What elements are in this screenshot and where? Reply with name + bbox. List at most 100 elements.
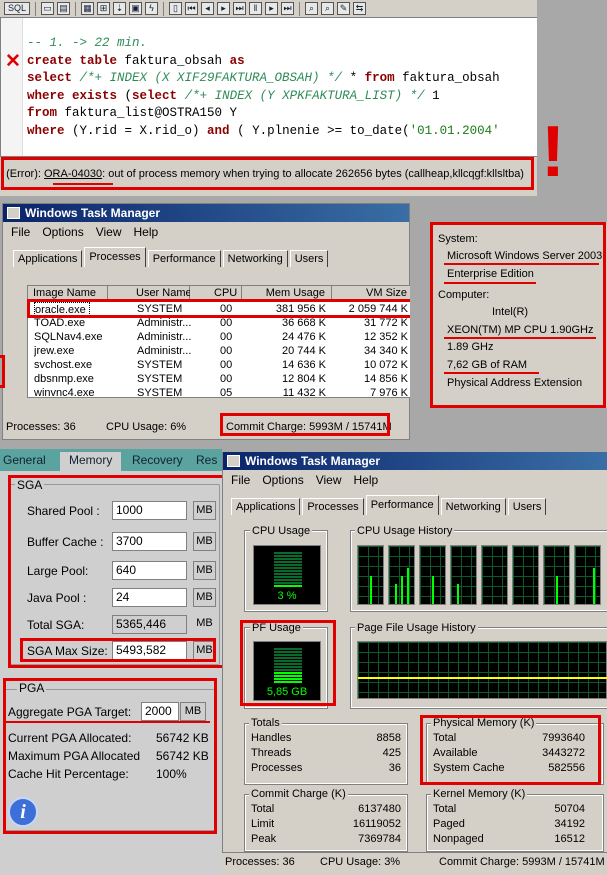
menu-help[interactable]: Help <box>354 473 379 487</box>
process-row[interactable]: TOAD.exe Administr... 00 36 668 K 31 772 K <box>28 316 410 330</box>
process-cell: 14 856 K <box>363 373 408 385</box>
tab-applications[interactable]: Applications <box>231 498 301 515</box>
process-cell: 24 476 K <box>281 331 326 343</box>
col-vm-size[interactable]: VM Size <box>332 286 410 301</box>
meter-segment <box>274 666 302 668</box>
sga-input[interactable]: 5493,582 <box>112 641 187 660</box>
tab-recovery[interactable]: Recovery <box>132 452 183 468</box>
col-user-name[interactable]: User Name <box>108 286 192 301</box>
open-icon[interactable]: ▭ <box>41 2 54 15</box>
compare-icon[interactable]: ⇆ <box>353 2 366 15</box>
tab-processes[interactable]: Processes <box>302 498 364 515</box>
props-tabs: General Memory Recovery Res <box>0 449 222 471</box>
process-row[interactable]: jrew.exe Administr... 00 20 744 K 34 340 K <box>28 344 410 358</box>
process-row[interactable]: oracle.exe SYSTEM 00 381 956 K2 059 744 K <box>28 302 410 318</box>
menu-help[interactable]: Help <box>134 225 159 239</box>
code-token: as <box>229 53 245 68</box>
run-icon[interactable]: ⊞ <box>97 2 110 15</box>
os-edition: Enterprise Edition <box>447 268 534 280</box>
tab-memory[interactable]: Memory <box>60 452 122 471</box>
pause-icon[interactable]: ‖ <box>249 2 262 15</box>
meter-segment <box>274 579 302 581</box>
compare-icon[interactable]: ϟ <box>145 2 158 15</box>
col-image-name[interactable]: Image Name <box>28 286 108 301</box>
code-token: where <box>27 123 73 138</box>
sga-input[interactable]: 24 <box>112 588 187 607</box>
sga-input[interactable]: 1000 <box>112 501 187 520</box>
kv-value: 7369784 <box>358 833 401 845</box>
tab-networking[interactable]: Networking <box>440 498 506 515</box>
code-token: /*+ INDEX (Y XPKFAKTURA_LIST) */ <box>184 88 433 103</box>
menu-view[interactable]: View <box>96 225 122 239</box>
zoom-icon[interactable]: ⌕ <box>305 2 318 15</box>
process-cell: 7 976 K <box>370 387 408 398</box>
process-row[interactable]: dbsnmp.exe SYSTEM 00 12 804 K 14 856 K <box>28 372 410 386</box>
process-cell: SYSTEM <box>137 387 183 398</box>
code-line: where (Y.rid = X.rid_o) and ( Y.plnenie … <box>27 124 500 138</box>
kv-label: Limit <box>251 818 275 830</box>
process-row[interactable]: winvnc4.exe SYSTEM 05 11 432 K 7 976 K <box>28 386 410 398</box>
tab-applications[interactable]: Applications <box>13 250 83 267</box>
window-icon[interactable]: ▯ <box>169 2 182 15</box>
pga-target-input[interactable]: 2000 <box>141 702 179 721</box>
tm2-titlebar[interactable]: Windows Task Manager <box>223 452 607 470</box>
tab-general[interactable]: General <box>3 452 46 468</box>
process-cell: 14 636 K <box>281 359 326 371</box>
process-cell: winvnc4.exe <box>34 387 95 398</box>
tab-performance[interactable]: Performance <box>147 250 221 267</box>
code-token: -- 1. -> 22 min. <box>27 36 148 50</box>
meter-segment <box>274 657 302 659</box>
next-icon[interactable]: ▸ <box>265 2 278 15</box>
kv-value: 36 <box>388 762 401 774</box>
print-icon[interactable]: ▤ <box>57 2 70 15</box>
first-icon[interactable]: ⏮ <box>185 2 198 15</box>
sga-unit: MB <box>193 588 216 607</box>
col-cpu[interactable]: CPU <box>190 286 242 301</box>
sga-input[interactable]: 3700 <box>112 532 187 551</box>
tab-processes[interactable]: Processes <box>84 247 146 267</box>
code-line: select /*+ INDEX (X XIF29FAKTURA_OBSAH) … <box>27 71 500 85</box>
step-icon[interactable]: ⏭ <box>233 2 246 15</box>
menu-options[interactable]: Options <box>262 473 303 487</box>
play-icon[interactable]: ▸ <box>217 2 230 15</box>
tm1-titlebar[interactable]: Windows Task Manager <box>3 204 409 222</box>
pf-usage-value: 5,85 GB <box>266 686 308 698</box>
fit-icon[interactable]: ⌕ <box>321 2 334 15</box>
menu-file[interactable]: File <box>231 473 250 487</box>
exclamation-annotation: ! <box>541 112 565 192</box>
clipboard-icon[interactable]: ▣ <box>129 2 142 15</box>
menu-file[interactable]: File <box>11 225 30 239</box>
format-icon[interactable]: ✎ <box>337 2 350 15</box>
process-row[interactable]: SQLNav4.exe Administr... 00 24 476 K 12 352 … <box>28 330 410 344</box>
code-token: ( Y.plnenie >= to_date( <box>237 123 410 138</box>
cpu-usage-value: 3 % <box>277 590 297 602</box>
process-cell: 12 804 K <box>281 373 326 385</box>
sql-icon[interactable]: SQL <box>4 2 30 15</box>
menu-view[interactable]: View <box>316 473 342 487</box>
sga-label: Shared Pool : <box>27 504 100 518</box>
meter-segment <box>274 669 302 671</box>
tab-performance[interactable]: Performance <box>365 495 439 515</box>
tab-users[interactable]: Users <box>507 498 547 515</box>
process-cell: 11 432 K <box>282 387 326 398</box>
tab-users[interactable]: Users <box>289 250 329 267</box>
sql-editor[interactable]: ✕ -- 1. -> 22 min. create table faktura_o… <box>0 18 537 156</box>
sga-unit: MB <box>193 501 216 520</box>
prev-icon[interactable]: ◂ <box>201 2 214 15</box>
pga-target-unit[interactable]: MB <box>180 702 206 721</box>
export-icon[interactable]: ⇣ <box>113 2 126 15</box>
tm1-tabs: Applications Processes Performance Netwo… <box>13 247 329 267</box>
tab-networking[interactable]: Networking <box>222 250 288 267</box>
sga-label: Buffer Cache : <box>27 535 104 549</box>
menu-options[interactable]: Options <box>42 225 83 239</box>
sga-unit: MB <box>193 615 216 634</box>
tab-resources[interactable]: Res <box>196 452 217 468</box>
last-icon[interactable]: ⏭ <box>281 2 294 15</box>
process-row[interactable]: svchost.exe SYSTEM 00 14 636 K 10 072 K <box>28 358 410 372</box>
meter-segment <box>274 582 302 584</box>
system-label: System: <box>438 233 478 245</box>
sga-input[interactable]: 640 <box>112 561 187 580</box>
grid-icon[interactable]: ▦ <box>81 2 94 15</box>
meter-segment <box>274 660 302 662</box>
col-mem-usage[interactable]: Mem Usage <box>242 286 332 301</box>
